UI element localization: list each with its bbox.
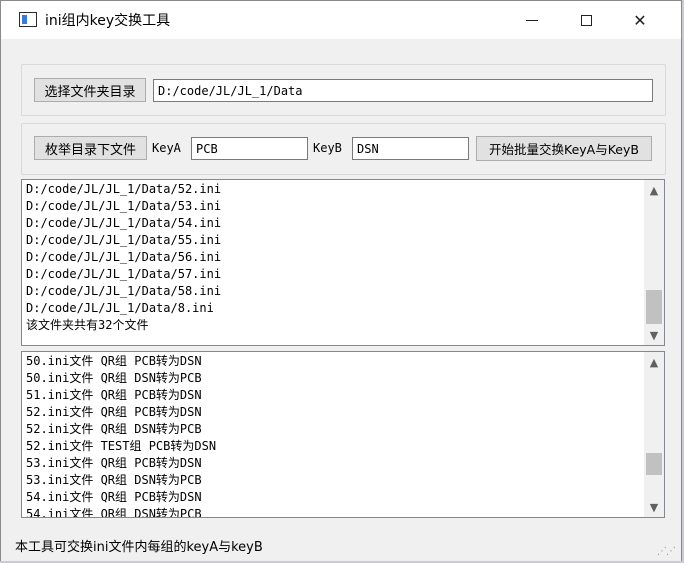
keya-label: KeyA [152, 141, 181, 155]
file-list-item[interactable]: D:/code/JL/JL_1/Data/53.ini [26, 198, 642, 215]
keyb-input[interactable]: DSN [352, 137, 469, 160]
start-swap-button[interactable]: 开始批量交换KeyA与KeyB [476, 136, 652, 161]
file-list-scrollbar[interactable]: ▲ ▼ [644, 180, 664, 345]
log-list-item[interactable]: 50.ini文件 QR组 DSN转为PCB [26, 370, 642, 387]
log-list-item[interactable]: 52.ini文件 QR组 PCB转为DSN [26, 404, 642, 421]
log-list-item[interactable]: 52.ini文件 QR组 DSN转为PCB [26, 421, 642, 438]
app-window: ini组内key交换工具 ✕ 选择文件夹目录 D:/code/JL/JL_1/D… [0, 0, 682, 561]
file-list-item[interactable]: D:/code/JL/JL_1/Data/8.ini [26, 300, 642, 317]
window-title: ini组内key交换工具 [45, 13, 171, 29]
file-list-item[interactable]: D:/code/JL/JL_1/Data/54.ini [26, 215, 642, 232]
keya-input[interactable]: PCB [191, 137, 308, 160]
title-bar[interactable]: ini组内key交换工具 ✕ [1, 1, 681, 39]
log-list-lines: 50.ini文件 QR组 PCB转为DSN 50.ini文件 QR组 DSN转为P… [26, 353, 642, 517]
status-bar: 本工具可交换ini文件内每组的keyA与keyB ⋰⋰ [1, 529, 681, 561]
log-list[interactable]: 50.ini文件 QR组 PCB转为DSN 50.ini文件 QR组 DSN转为P… [21, 351, 665, 518]
close-button[interactable]: ✕ [617, 1, 663, 39]
size-grip-icon[interactable]: ⋰⋰ [657, 546, 676, 557]
file-list-item[interactable]: D:/code/JL/JL_1/Data/55.ini [26, 232, 642, 249]
log-list-item[interactable]: 51.ini文件 QR组 PCB转为DSN [26, 387, 642, 404]
log-list-item[interactable]: 53.ini文件 QR组 PCB转为DSN [26, 455, 642, 472]
maximize-button[interactable] [563, 1, 609, 39]
file-list-item[interactable]: D:/code/JL/JL_1/Data/57.ini [26, 266, 642, 283]
keyb-label: KeyB [313, 141, 342, 155]
key-group: 枚举目录下文件 KeyA PCB KeyB DSN 开始批量交换KeyA与Key… [21, 123, 666, 175]
minimize-icon [526, 19, 538, 21]
folder-path-input[interactable]: D:/code/JL/JL_1/Data [153, 79, 653, 102]
close-icon: ✕ [633, 10, 647, 30]
scroll-up-icon[interactable]: ▲ [644, 353, 664, 371]
scroll-up-icon[interactable]: ▲ [644, 181, 664, 199]
log-list-item[interactable]: 54.ini文件 QR组 PCB转为DSN [26, 489, 642, 506]
log-list-item[interactable]: 53.ini文件 QR组 DSN转为PCB [26, 472, 642, 489]
file-list-scroll-thumb[interactable] [646, 290, 662, 324]
log-list-item[interactable]: 54.ini文件 QR组 DSN转为PCB [26, 506, 642, 517]
app-icon [19, 12, 37, 27]
file-list-item[interactable]: D:/code/JL/JL_1/Data/56.ini [26, 249, 642, 266]
title-separator [1, 39, 681, 53]
scroll-down-icon[interactable]: ▼ [644, 326, 664, 344]
file-list-item[interactable]: D:/code/JL/JL_1/Data/52.ini [26, 181, 642, 198]
file-list-lines: D:/code/JL/JL_1/Data/52.ini D:/code/JL/JL… [26, 181, 642, 334]
log-list-scrollbar[interactable]: ▲ ▼ [644, 352, 664, 517]
file-list[interactable]: D:/code/JL/JL_1/Data/52.ini D:/code/JL/JL… [21, 179, 665, 346]
select-folder-button[interactable]: 选择文件夹目录 [34, 78, 146, 102]
log-list-item[interactable]: 52.ini文件 TEST组 PCB转为DSN [26, 438, 642, 455]
file-list-item[interactable]: 该文件夹共有32个文件 [26, 317, 642, 334]
log-list-item[interactable]: 50.ini文件 QR组 PCB转为DSN [26, 353, 642, 370]
enumerate-files-button[interactable]: 枚举目录下文件 [34, 136, 147, 160]
status-text: 本工具可交换ini文件内每组的keyA与keyB [15, 540, 263, 555]
maximize-icon [580, 14, 592, 26]
scroll-down-icon[interactable]: ▼ [644, 498, 664, 516]
minimize-button[interactable] [509, 1, 555, 39]
log-list-scroll-thumb[interactable] [646, 453, 662, 475]
file-list-item[interactable]: D:/code/JL/JL_1/Data/58.ini [26, 283, 642, 300]
directory-group: 选择文件夹目录 D:/code/JL/JL_1/Data [21, 64, 666, 116]
